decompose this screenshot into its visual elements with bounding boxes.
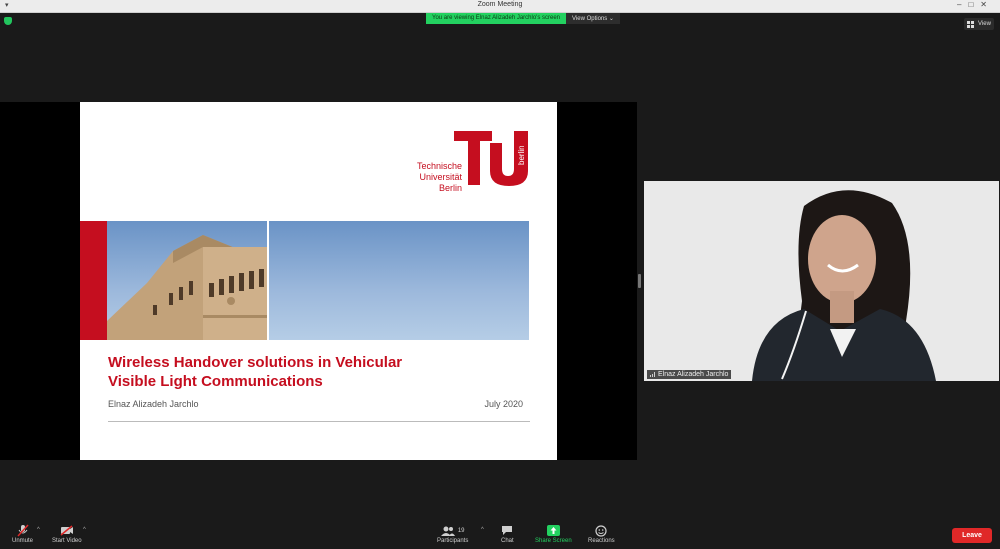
participants-button[interactable]: 19 Participants — [437, 523, 468, 544]
meeting-toolbar: Unmute ^ Start Video ^ 19 Participants ^ — [0, 522, 1000, 549]
audio-options-caret[interactable]: ^ — [37, 527, 40, 533]
participant-video-tile[interactable]: Elnaz Alizadeh Jarchlo — [644, 181, 999, 381]
reactions-icon — [595, 524, 607, 537]
slide-author: Elnaz Alizadeh Jarchlo — [108, 399, 199, 409]
chat-icon — [502, 526, 513, 535]
reactions-label: Reactions — [588, 538, 615, 544]
viewing-banner: You are viewing Elnaz Alizadeh Jarchlo's… — [426, 13, 620, 24]
participant-name-tag: Elnaz Alizadeh Jarchlo — [647, 370, 732, 379]
participants-options-caret[interactable]: ^ — [481, 527, 484, 533]
slide-photo — [107, 221, 529, 340]
slide-red-strip — [80, 221, 107, 340]
grid-view-icon — [967, 20, 975, 28]
participant-name: Elnaz Alizadeh Jarchlo — [658, 371, 729, 378]
start-video-button[interactable]: Start Video — [52, 523, 82, 544]
view-button[interactable]: View — [964, 18, 994, 30]
building-photo — [107, 235, 267, 340]
video-options-caret[interactable]: ^ — [83, 527, 86, 533]
tu-berlin-logo-icon: berlin — [454, 131, 528, 186]
window-controls[interactable]: –□✕ — [957, 0, 994, 9]
presentation-slide: Technische Universität Berlin berlin Wir… — [80, 102, 557, 460]
share-screen-label: Share Screen — [535, 538, 572, 544]
split-resize-handle[interactable] — [638, 274, 641, 288]
view-button-label: View — [978, 21, 991, 27]
reactions-button[interactable]: Reactions — [588, 523, 615, 544]
signal-bars-icon — [650, 372, 655, 377]
slide-date: July 2020 — [484, 399, 523, 409]
slide-divider — [108, 421, 530, 422]
chat-button[interactable]: Chat — [501, 523, 514, 544]
leave-button[interactable]: Leave — [952, 528, 992, 543]
slide-title-line-2: Visible Light Communications — [108, 373, 323, 390]
share-screen-button[interactable]: Share Screen — [535, 523, 572, 544]
view-options-button[interactable]: View Options ⌄ — [566, 13, 620, 24]
viewing-status: You are viewing Elnaz Alizadeh Jarchlo's… — [426, 13, 566, 24]
chat-label: Chat — [501, 538, 514, 544]
photo-separator — [267, 221, 269, 340]
share-screen-icon — [546, 525, 560, 536]
participants-icon — [440, 526, 455, 536]
window-title: Zoom Meeting — [477, 1, 523, 8]
unmute-label: Unmute — [12, 538, 34, 544]
unmute-button[interactable]: Unmute — [12, 523, 33, 544]
window-titlebar: ▾ Zoom Meeting –□✕ — [0, 0, 1000, 13]
participants-count: 19 — [457, 527, 465, 534]
muted-mic-icon — [16, 524, 29, 537]
participants-label: Participants — [437, 538, 469, 544]
participant-video — [644, 181, 999, 381]
slide-title-line-1: Wireless Handover solutions in Vehicular — [108, 354, 403, 371]
start-video-label: Start Video — [52, 538, 82, 544]
encryption-shield-icon[interactable] — [4, 17, 12, 25]
video-off-icon — [60, 525, 73, 536]
slide-title: Wireless Handover solutions in Vehicular… — [108, 353, 402, 391]
logo-vertical-text: berlin — [517, 145, 526, 165]
